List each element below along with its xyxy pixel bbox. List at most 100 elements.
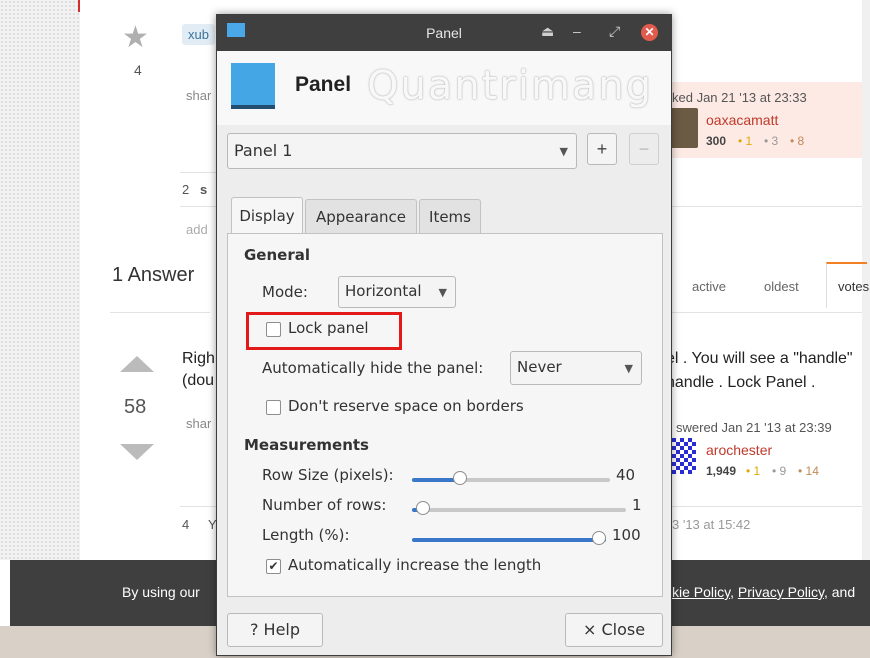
cookie-text-right: kie Policy, Privacy Policy, and	[672, 584, 855, 600]
answer-text-right-1: el . You will see a "handle"	[666, 350, 853, 367]
answerer-gold-badges: • 1	[746, 464, 761, 478]
lock-panel-label[interactable]: Lock panel	[288, 319, 369, 337]
mode-select-value: Horizontal	[345, 282, 422, 300]
answers-heading: 1 Answer	[112, 264, 195, 286]
comment-text: s	[200, 182, 208, 197]
length-label: Length (%):	[262, 526, 350, 544]
share-link[interactable]: shar	[186, 88, 211, 103]
comment-score: 2	[182, 182, 190, 197]
rows-value: 1	[632, 496, 642, 514]
panel-select-value: Panel 1	[234, 141, 293, 160]
panel-icon	[231, 63, 275, 105]
header-title: Panel	[295, 73, 352, 96]
minimize-icon[interactable]: –	[573, 23, 581, 39]
page-accent-line	[78, 0, 80, 12]
asker-gold-badges: • 1	[738, 134, 753, 148]
asker-silver-badges: • 3	[764, 134, 779, 148]
autohide-label: Automatically hide the panel:	[262, 359, 484, 377]
panel-preferences-dialog: Panel ⏏ – ⤢ ✕ Panel Quantrimang Panel 1 …	[216, 14, 672, 656]
autohide-select[interactable]: Never ▼	[510, 351, 642, 385]
panel-select[interactable]: Panel 1 ▼	[227, 133, 577, 169]
favorite-star-icon[interactable]: ★	[122, 20, 149, 55]
asked-date: ked Jan 21 '13 at 23:33	[672, 90, 807, 105]
cookie-text-tail: , and	[823, 584, 856, 600]
divider	[666, 312, 862, 313]
mode-select[interactable]: Horizontal ▼	[338, 276, 456, 308]
divider	[180, 172, 220, 173]
auto-increase-checkbox[interactable]: ✔	[266, 559, 281, 574]
asker-avatar[interactable]	[668, 108, 698, 148]
tab-items[interactable]: Items	[419, 199, 481, 234]
maximize-icon[interactable]: ⤢	[609, 23, 620, 40]
add-comment-link[interactable]: add	[186, 222, 208, 237]
dont-reserve-checkbox[interactable]	[266, 400, 281, 415]
dialog-titlebar[interactable]: Panel ⏏ – ⤢ ✕	[217, 15, 671, 51]
sort-tab-active[interactable]: active	[692, 279, 726, 294]
answerer-bronze-badges: • 14	[798, 464, 819, 478]
comment2-score: 4	[182, 517, 190, 532]
display-tab-content: General Mode: Horizontal ▼ Lock panel Au…	[227, 233, 663, 597]
asker-reputation: 300	[706, 134, 727, 148]
rows-label: Number of rows:	[262, 496, 387, 514]
answered-date: swered Jan 21 '13 at 23:39	[676, 420, 832, 435]
measurements-heading: Measurements	[244, 436, 369, 454]
row-size-value: 40	[616, 466, 636, 484]
dont-reserve-label[interactable]: Don't reserve space on borders	[288, 397, 524, 415]
remove-panel-button[interactable]: −	[629, 133, 659, 165]
autohide-select-value: Never	[517, 358, 562, 376]
answer-vote-count: 58	[124, 396, 147, 418]
asker-name[interactable]: oaxacamatt	[706, 112, 778, 128]
answerer-silver-badges: • 9	[772, 464, 787, 478]
answer-text-left-1: Righ	[182, 350, 215, 367]
question-tag[interactable]: xub	[182, 24, 215, 45]
comment2-date: 3 '13 at 15:42	[672, 517, 751, 532]
shade-icon[interactable]: ⏏	[541, 23, 554, 40]
close-window-icon[interactable]: ✕	[641, 24, 658, 41]
row-size-label: Row Size (pixels):	[262, 466, 394, 484]
sort-tab-votes[interactable]: votes	[838, 279, 869, 294]
row-size-slider[interactable]	[412, 471, 610, 486]
divider	[180, 506, 220, 507]
page-left-pattern	[0, 0, 80, 560]
share-link-answer[interactable]: shar	[186, 416, 211, 431]
privacy-policy-link[interactable]: Privacy Policy	[738, 584, 824, 600]
answerer-avatar[interactable]	[668, 438, 696, 474]
panel-icon-base	[231, 105, 275, 109]
divider	[180, 206, 220, 207]
slider-handle[interactable]	[453, 471, 467, 485]
asker-bronze-badges: • 8	[790, 134, 805, 148]
answer-text-left-2: (dou	[182, 372, 215, 389]
divider	[110, 312, 210, 313]
answer-text-right-2: handle . Lock Panel .	[666, 374, 816, 391]
answerer-reputation: 1,949	[706, 464, 737, 478]
auto-increase-label[interactable]: Automatically increase the length	[288, 556, 541, 574]
general-heading: General	[244, 246, 310, 264]
dialog-header: Panel Quantrimang	[217, 51, 671, 125]
watermark-logo: Quantrimang	[367, 63, 654, 109]
slider-handle[interactable]	[592, 531, 606, 545]
lock-panel-checkbox[interactable]	[266, 322, 281, 337]
tab-appearance[interactable]: Appearance	[305, 199, 417, 234]
mode-label: Mode:	[262, 283, 308, 301]
close-button[interactable]: × Close	[565, 613, 663, 647]
cookie-policy-link[interactable]: kie Policy	[672, 584, 730, 600]
upvote-icon[interactable]	[120, 356, 154, 372]
slider-handle[interactable]	[416, 501, 430, 515]
slider-fill	[412, 538, 606, 542]
sort-tab-oldest[interactable]: oldest	[764, 279, 799, 294]
tab-display[interactable]: Display	[231, 197, 303, 235]
length-value: 100	[612, 526, 641, 544]
chevron-down-icon: ▼	[438, 286, 447, 299]
downvote-icon[interactable]	[120, 444, 154, 460]
add-panel-button[interactable]: +	[587, 133, 617, 165]
length-slider[interactable]	[412, 531, 606, 546]
divider	[666, 206, 862, 207]
rows-slider[interactable]	[412, 501, 626, 516]
slider-track	[412, 508, 626, 512]
chevron-down-icon: ▼	[624, 362, 633, 375]
cookie-text-left: By using our	[122, 584, 200, 600]
help-button[interactable]: ? Help	[227, 613, 323, 647]
answerer-name[interactable]: arochester	[706, 442, 772, 458]
cookie-separator: ,	[730, 584, 738, 600]
window-title: Panel	[426, 25, 462, 41]
